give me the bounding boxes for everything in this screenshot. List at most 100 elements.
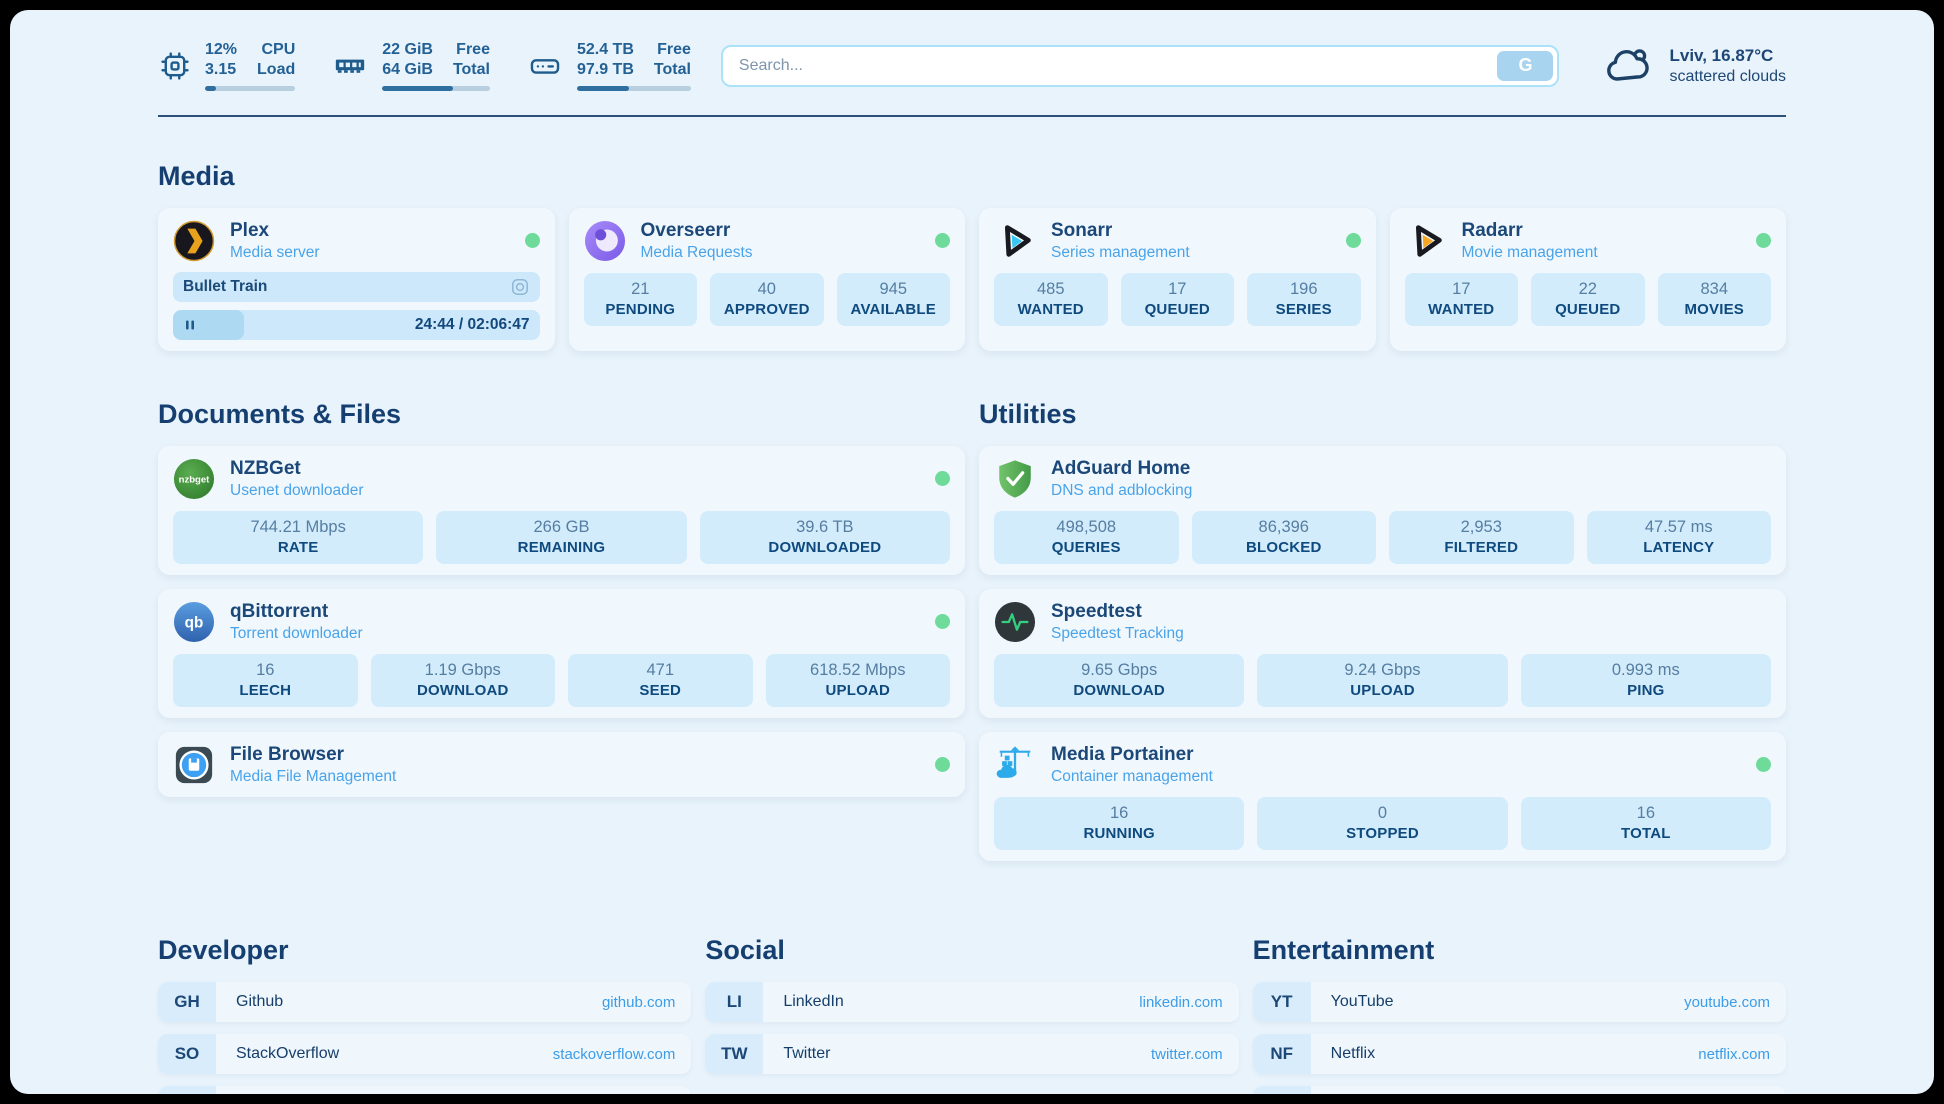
bookmark-stackoverflow[interactable]: SO StackOverflow stackoverflow.com <box>158 1034 691 1074</box>
stat-box: 9.65 Gbps DOWNLOAD <box>994 654 1244 707</box>
status-dot <box>1756 757 1771 772</box>
documents-column: Documents & Files nzbget NZBGet Usenet d… <box>158 355 965 811</box>
bookmark-youtube[interactable]: YT YouTube youtube.com <box>1253 982 1786 1022</box>
bookmark-dev[interactable]: DT DEV dev.to <box>158 1086 691 1094</box>
status-dot <box>1756 233 1771 248</box>
stat-box: 266 GB REMAINING <box>436 511 686 564</box>
topbar: 12% CPU 3.15 Load <box>158 40 1786 91</box>
stat-label: LEECH <box>177 681 354 700</box>
sonarr-icon <box>994 220 1036 262</box>
bookmark-abbr: SO <box>158 1034 216 1074</box>
bookmark-name: Twitter <box>783 1045 830 1063</box>
social-column: Social LI LinkedIn linkedin.com TW Twitt… <box>705 891 1238 1086</box>
service-title: Overseerr <box>641 219 753 243</box>
stat-label: QUERIES <box>998 538 1175 557</box>
resource-widgets: 12% CPU 3.15 Load <box>158 40 691 91</box>
bookmark-abbr: LI <box>705 982 763 1022</box>
status-dot <box>935 614 950 629</box>
service-card-nzbget[interactable]: nzbget NZBGet Usenet downloader 744.21 M… <box>158 446 965 575</box>
bookmark-reddit[interactable]: RE Reddit reddit.com <box>1253 1086 1786 1094</box>
search-input[interactable] <box>723 57 1558 75</box>
service-subtitle: Container management <box>1051 767 1213 786</box>
stat-box: 22 QUEUED <box>1531 273 1645 326</box>
cpu-progress-bar <box>205 86 295 91</box>
bookmark-abbr: NF <box>1253 1034 1311 1074</box>
service-card-sonarr[interactable]: Sonarr Series management 485 WANTED 17 Q… <box>979 208 1376 351</box>
service-card-adguard[interactable]: AdGuard Home DNS and adblocking 498,508 … <box>979 446 1786 575</box>
cpu-widget: 12% CPU 3.15 Load <box>158 40 295 91</box>
cpu-icon <box>158 49 192 83</box>
weather-widget: Lviv, 16.87°C scattered clouds <box>1603 45 1786 87</box>
stat-label: APPROVED <box>714 300 820 319</box>
service-subtitle: Media server <box>230 243 320 262</box>
disk-widget: 52.4 TB Free 97.9 TB Total <box>526 40 691 91</box>
stat-box: 196 SERIES <box>1247 273 1361 326</box>
stat-value: 498,508 <box>998 517 1175 538</box>
disk-free-value: 52.4 TB <box>577 40 634 60</box>
overseerr-icon <box>584 220 626 262</box>
service-card-filebrowser[interactable]: File Browser Media File Management <box>158 732 965 797</box>
stat-value: 21 <box>588 279 694 300</box>
bookmark-url: stackoverflow.com <box>553 1046 676 1063</box>
bookmark-url: github.com <box>602 994 675 1011</box>
bookmark-url: netflix.com <box>1698 1046 1770 1063</box>
bookmark-netflix[interactable]: NF Netflix netflix.com <box>1253 1034 1786 1074</box>
stat-label: QUEUED <box>1125 300 1231 319</box>
stat-label: LATENCY <box>1591 538 1768 557</box>
svg-text:qb: qb <box>185 614 204 631</box>
bookmark-linkedin[interactable]: LI LinkedIn linkedin.com <box>705 982 1238 1022</box>
stat-value: 744.21 Mbps <box>177 517 419 538</box>
stat-box: 16 RUNNING <box>994 797 1244 850</box>
stat-box: 1.19 Gbps DOWNLOAD <box>371 654 556 707</box>
plex-playback-progress: 24:44 / 02:06:47 <box>173 310 540 340</box>
weather-condition: scattered clouds <box>1669 67 1786 87</box>
ram-free-value: 22 GiB <box>382 40 433 60</box>
stat-box: 485 WANTED <box>994 273 1108 326</box>
adguard-icon <box>994 458 1036 500</box>
disk-icon <box>526 49 564 83</box>
stat-value: 834 <box>1662 279 1768 300</box>
service-subtitle: Media Requests <box>641 243 753 262</box>
service-title: Plex <box>230 219 320 243</box>
service-subtitle: DNS and adblocking <box>1051 481 1192 500</box>
bookmark-abbr: RE <box>1253 1086 1311 1094</box>
stat-value: 2,953 <box>1393 517 1570 538</box>
disk-total-value: 97.9 TB <box>577 60 634 80</box>
nzbget-icon: nzbget <box>173 458 215 500</box>
service-card-speedtest[interactable]: Speedtest Speedtest Tracking 9.65 Gbps D… <box>979 589 1786 718</box>
stat-box: 21 PENDING <box>584 273 698 326</box>
middle-grid: Documents & Files nzbget NZBGet Usenet d… <box>158 355 1786 875</box>
stat-label: SERIES <box>1251 300 1357 319</box>
stat-value: 40 <box>714 279 820 300</box>
bookmark-github[interactable]: GH Github github.com <box>158 982 691 1022</box>
section-title-entertainment: Entertainment <box>1253 935 1786 966</box>
bookmark-twitter[interactable]: TW Twitter twitter.com <box>705 1034 1238 1074</box>
stat-box: 17 WANTED <box>1405 273 1519 326</box>
stat-box: 618.52 Mbps UPLOAD <box>766 654 951 707</box>
cpu-label-top: CPU <box>257 40 295 60</box>
service-card-portainer[interactable]: Media Portainer Container management 16 … <box>979 732 1786 861</box>
stat-value: 47.57 ms <box>1591 517 1768 538</box>
service-title: Radarr <box>1462 219 1598 243</box>
bookmark-url: youtube.com <box>1684 994 1770 1011</box>
stat-label: FILTERED <box>1393 538 1570 557</box>
view-session-icon[interactable] <box>510 277 530 297</box>
disk-label-bottom: Total <box>654 60 691 80</box>
stat-label: STOPPED <box>1261 824 1503 843</box>
radarr-icon <box>1405 220 1447 262</box>
section-title-media: Media <box>158 161 1786 192</box>
service-card-plex[interactable]: Plex Media server Bullet Train <box>158 208 555 351</box>
service-card-overseerr[interactable]: Overseerr Media Requests 21 PENDING 40 A… <box>569 208 966 351</box>
service-subtitle: Series management <box>1051 243 1190 262</box>
entertainment-column: Entertainment YT YouTube youtube.com NF … <box>1253 891 1786 1094</box>
qbittorrent-icon: qb <box>173 601 215 643</box>
service-card-qbittorrent[interactable]: qb qBittorrent Torrent downloader 16 LEE… <box>158 589 965 718</box>
bookmark-abbr: TW <box>705 1034 763 1074</box>
stat-label: DOWNLOAD <box>998 681 1240 700</box>
bookmark-name: Github <box>236 993 283 1011</box>
section-title-social: Social <box>705 935 1238 966</box>
bookmark-name: YouTube <box>1331 993 1394 1011</box>
service-card-radarr[interactable]: Radarr Movie management 17 WANTED 22 QUE… <box>1390 208 1787 351</box>
service-title: AdGuard Home <box>1051 457 1192 481</box>
search-provider-button[interactable]: G <box>1497 51 1553 81</box>
